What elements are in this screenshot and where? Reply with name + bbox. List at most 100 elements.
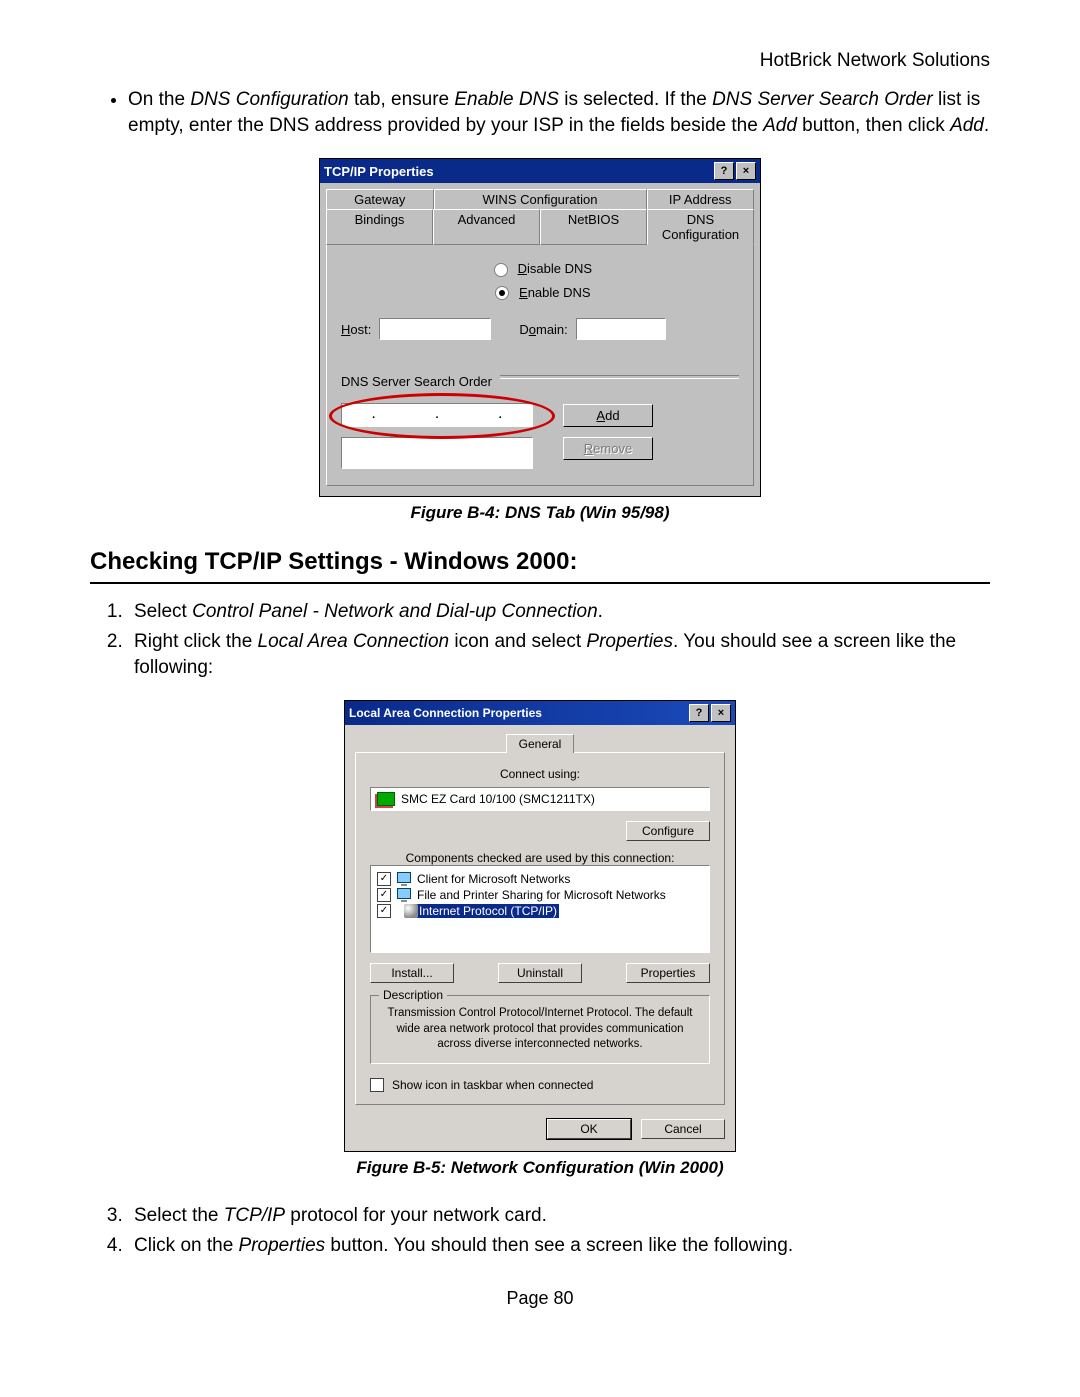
dot: . [499,409,502,421]
steps-list-1: Select Control Panel - Network and Dial-… [90,599,990,680]
dot: . [372,409,375,421]
client-icon [397,872,411,886]
component-label: Client for Microsoft Networks [417,872,570,886]
text: DNS Server Search Order [712,89,933,110]
checkbox-icon[interactable] [370,1078,384,1092]
component-label-selected: Internet Protocol (TCP/IP) [417,904,559,918]
divider [500,375,739,379]
component-label: File and Printer Sharing for Microsoft N… [417,888,666,902]
close-button[interactable]: × [711,704,731,722]
text: is selected. If the [559,89,712,110]
enable-dns-radio[interactable]: Enable DNS [347,285,739,301]
text: . [598,601,603,622]
text: Local Area Connection [258,631,450,652]
ok-button[interactable]: OK [547,1119,631,1139]
host-label: Host: [341,322,371,337]
radio-icon [494,263,508,277]
figure-b5-caption: Figure B-5: Network Configuration (Win 2… [90,1158,990,1178]
help-button[interactable]: ? [714,162,734,180]
nic-icon [377,792,395,806]
text: tab, ensure [349,89,455,110]
adapter-name: SMC EZ Card 10/100 (SMC1211TX) [401,792,595,806]
tab-ip-address[interactable]: IP Address [647,189,755,210]
properties-button[interactable]: Properties [626,963,710,983]
dialog-title: Local Area Connection Properties [349,706,542,720]
host-input[interactable] [379,318,491,340]
text: Properties [586,631,673,652]
section-heading: Checking TCP/IP Settings - Windows 2000: [90,548,990,584]
adapter-box: SMC EZ Card 10/100 (SMC1211TX) [370,787,710,811]
connect-using-label: Connect using: [370,767,710,781]
tab-wins-configuration[interactable]: WINS Configuration [434,189,647,210]
help-button[interactable]: ? [689,704,709,722]
tab-general[interactable]: General [506,734,575,753]
cancel-button[interactable]: Cancel [641,1119,725,1139]
tab-advanced[interactable]: Advanced [433,209,540,245]
component-item[interactable]: Internet Protocol (TCP/IP) [377,904,703,918]
components-label: Components checked are used by this conn… [370,851,710,865]
description-group: Description Transmission Control Protoco… [370,995,710,1064]
step-4: Click on the Properties button. You shou… [128,1233,990,1259]
steps-list-2: Select the TCP/IP protocol for your netw… [90,1203,990,1258]
text: DNS Configuration [190,89,348,110]
description-legend: Description [379,988,447,1002]
step-2: Right click the Local Area Connection ic… [128,629,990,680]
checkbox-icon[interactable] [377,888,391,902]
text: TCP/IP [224,1205,285,1226]
text: button, then click [797,115,950,136]
add-button[interactable]: Add [563,404,653,427]
dns-server-list[interactable] [341,437,533,469]
show-icon-checkbox[interactable]: Show icon in taskbar when connected [370,1078,710,1092]
radio-label: Enable DNS [519,285,591,300]
tab-netbios[interactable]: NetBIOS [540,209,647,245]
close-button[interactable]: × [736,162,756,180]
step-3: Select the TCP/IP protocol for your netw… [128,1203,990,1229]
remove-button[interactable]: Remove [563,437,653,460]
text: On the [128,89,190,110]
component-item[interactable]: File and Printer Sharing for Microsoft N… [377,888,703,902]
tab-gateway[interactable]: Gateway [326,189,434,210]
text: Properties [239,1235,326,1256]
components-list[interactable]: Client for Microsoft Networks File and P… [370,865,710,953]
page-number: Page 80 [90,1288,990,1309]
general-panel: Connect using: SMC EZ Card 10/100 (SMC12… [355,752,725,1105]
fileshare-icon [397,888,411,902]
domain-input[interactable] [576,318,666,340]
intro-bullet: On the DNS Configuration tab, ensure Ena… [128,87,990,138]
text: Select the [134,1205,224,1226]
checkbox-label: Show icon in taskbar when connected [392,1078,593,1092]
radio-icon [495,286,509,300]
titlebar: TCP/IP Properties ? × [320,159,760,183]
checkbox-icon[interactable] [377,872,391,886]
text: Enable DNS [454,89,559,110]
page-header: HotBrick Network Solutions [90,50,990,72]
disable-dns-radio[interactable]: Disable DNS [347,261,739,277]
lan-properties-dialog: Local Area Connection Properties ? × Gen… [344,700,736,1152]
dialog-title: TCP/IP Properties [324,164,434,179]
tab-dns-configuration[interactable]: DNS Configuration [647,209,754,245]
tcpip-properties-dialog: TCP/IP Properties ? × Gateway WINS Confi… [319,158,761,497]
component-item[interactable]: Client for Microsoft Networks [377,872,703,886]
radio-label: Disable DNS [518,261,592,276]
text: protocol for your network card. [285,1205,547,1226]
step-1: Select Control Panel - Network and Dial-… [128,599,990,625]
titlebar: Local Area Connection Properties ? × [345,701,735,725]
text: Add [763,115,797,136]
install-button[interactable]: Install... [370,963,454,983]
text: icon and select [449,631,586,652]
tab-bindings[interactable]: Bindings [326,209,433,245]
figure-b4-caption: Figure B-4: DNS Tab (Win 95/98) [90,503,990,523]
domain-label: Domain: [519,322,567,337]
checkbox-icon[interactable] [377,904,391,918]
uninstall-button[interactable]: Uninstall [498,963,582,983]
description-text: Transmission Control Protocol/Internet P… [381,1006,699,1053]
dns-search-order-label: DNS Server Search Order [341,374,492,389]
text: button. You should then see a screen lik… [325,1235,793,1256]
text: Add [950,115,984,136]
dot: . [435,409,438,421]
text: Select [134,601,192,622]
intro-bullet-list: On the DNS Configuration tab, ensure Ena… [90,87,990,138]
configure-button[interactable]: Configure [626,821,710,841]
dns-ip-input[interactable]: . . . [341,403,533,427]
text: Click on the [134,1235,239,1256]
